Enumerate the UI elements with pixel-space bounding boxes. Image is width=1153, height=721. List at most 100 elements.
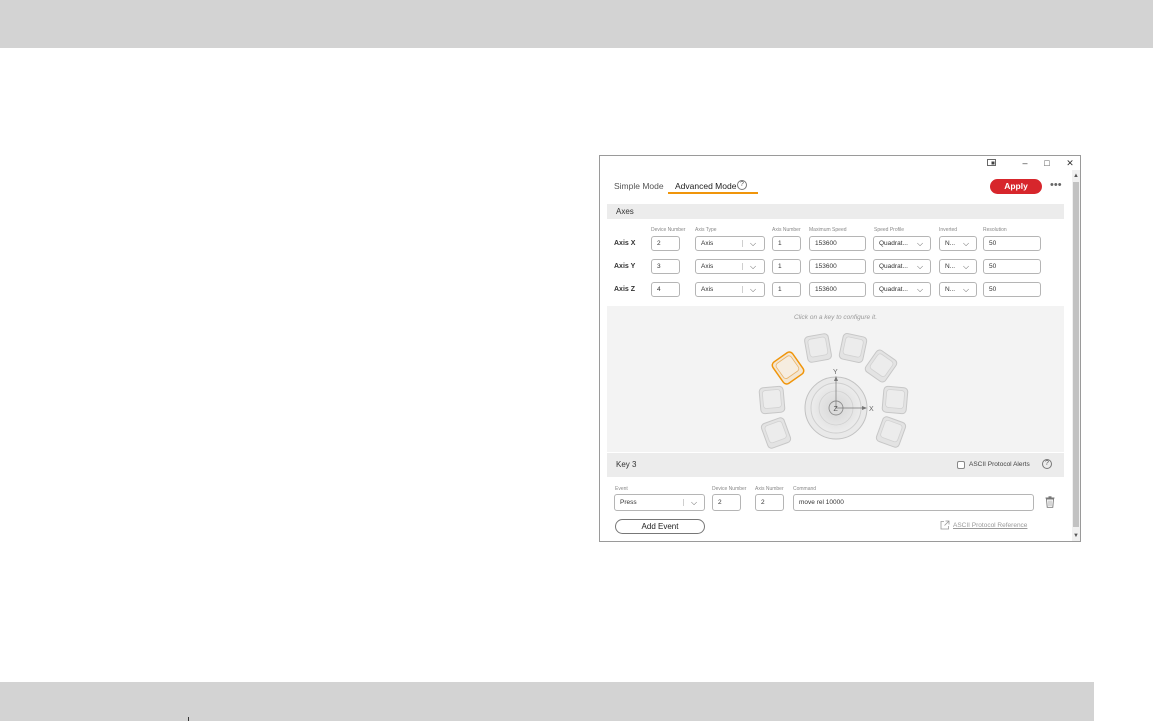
close-button[interactable]: ✕: [1060, 156, 1080, 170]
axis-y-label: Axis Y: [614, 263, 636, 270]
axes-section-header: Axes: [607, 204, 1064, 219]
maximize-button[interactable]: □: [1037, 156, 1057, 170]
axis-y-max-speed-field[interactable]: 153600: [809, 259, 866, 274]
active-tab-underline: [668, 192, 758, 194]
axis-x-label: Axis X: [614, 240, 636, 247]
chevron-down-icon: ⌵: [963, 262, 970, 271]
col-command: Command: [793, 486, 817, 492]
axis-x-type-value: Axis: [701, 240, 714, 247]
axis-y-profile-select[interactable]: Quadrat... ⌵: [873, 259, 931, 274]
col-event-axis: Axis Number: [755, 486, 784, 492]
bottom-band: [0, 682, 1094, 721]
col-event: Event: [615, 486, 628, 492]
snap-icon[interactable]: [987, 159, 996, 166]
app-window: – □ ✕ ▲ ▼ Simple Mode Advanced Mode ? Ap…: [599, 155, 1081, 542]
chevron-down-icon: ⌵: [917, 285, 924, 294]
axis-x-profile-select[interactable]: Quadrat... ⌵: [873, 236, 931, 251]
select-separator: [742, 286, 743, 293]
top-band: [0, 0, 1153, 48]
axis-y-type-select[interactable]: Axis ⌵: [695, 259, 765, 274]
axis-x-type-select[interactable]: Axis ⌵: [695, 236, 765, 251]
axis-z-profile-select[interactable]: Quadrat... ⌵: [873, 282, 931, 297]
chevron-down-icon: ⌵: [917, 262, 924, 271]
key-5[interactable]: [838, 333, 868, 363]
col-inverted: Inverted: [939, 227, 958, 233]
axis-y-resolution-field[interactable]: 50: [983, 259, 1041, 274]
col-speed-profile: Speed Profile: [874, 227, 905, 233]
axis-z-type-select[interactable]: Axis ⌵: [695, 282, 765, 297]
command-input[interactable]: move rel 10000: [793, 494, 1034, 511]
event-device-field[interactable]: 2: [712, 494, 741, 511]
chevron-down-icon: ⌵: [750, 262, 757, 271]
bottom-tick-mark: [188, 717, 189, 721]
event-axis-field[interactable]: 2: [755, 494, 784, 511]
scrollbar[interactable]: ▲ ▼: [1072, 170, 1080, 541]
scrollbar-thumb[interactable]: [1073, 182, 1079, 527]
keypad-diagram: Y X Z: [758, 333, 909, 450]
add-event-button[interactable]: Add Event: [615, 519, 705, 534]
axes-title: Axes: [616, 207, 634, 216]
event-value: Press: [620, 499, 637, 506]
help-icon[interactable]: ?: [1042, 459, 1052, 469]
ascii-protocol-reference-link[interactable]: ASCII Protocol Reference: [953, 522, 1027, 529]
key-2[interactable]: [758, 385, 786, 415]
ascii-alerts-label: ASCII Protocol Alerts: [969, 461, 1030, 468]
col-axis-number: Axis Number: [772, 227, 801, 233]
select-separator: [683, 499, 684, 506]
z-axis-label: Z: [834, 406, 839, 413]
axis-y-number-field[interactable]: 1: [772, 259, 801, 274]
chevron-down-icon: ⌵: [691, 498, 698, 507]
title-bar: – □ ✕: [600, 156, 1080, 170]
axis-z-number-field[interactable]: 1: [772, 282, 801, 297]
axis-y-inverted-select[interactable]: N... ⌵: [939, 259, 977, 274]
axis-x-inverted-select[interactable]: N... ⌵: [939, 236, 977, 251]
chevron-down-icon: ⌵: [750, 239, 757, 248]
axis-z-type-value: Axis: [701, 286, 714, 293]
axis-x-resolution-field[interactable]: 50: [983, 236, 1041, 251]
minimize-button[interactable]: –: [1015, 156, 1035, 170]
axis-y-type-value: Axis: [701, 263, 714, 270]
col-maximum-speed: Maximum Speed: [809, 227, 847, 233]
x-axis-label: X: [869, 406, 874, 413]
key-8[interactable]: [875, 416, 907, 449]
external-link-icon: [940, 520, 950, 530]
chevron-down-icon: ⌵: [917, 239, 924, 248]
more-options-icon[interactable]: •••: [1050, 179, 1062, 191]
keypad-panel: Click on a key to configure it. Y X Z: [607, 306, 1064, 452]
axis-x-inverted-value: N...: [945, 240, 956, 247]
axis-z-label: Axis Z: [614, 286, 636, 293]
help-icon[interactable]: ?: [737, 180, 747, 190]
axis-z-inverted-select[interactable]: N... ⌵: [939, 282, 977, 297]
event-select[interactable]: Press ⌵: [614, 494, 705, 511]
tab-advanced-mode[interactable]: Advanced Mode: [675, 181, 736, 191]
select-separator: [742, 263, 743, 270]
scroll-up-arrow-icon[interactable]: ▲: [1072, 172, 1080, 180]
key-1[interactable]: [760, 417, 792, 450]
y-axis-label: Y: [833, 369, 838, 376]
axis-z-inverted-value: N...: [945, 286, 956, 293]
axis-x-max-speed-field[interactable]: 153600: [809, 236, 866, 251]
tab-simple-mode[interactable]: Simple Mode: [614, 181, 664, 191]
axis-z-resolution-field[interactable]: 50: [983, 282, 1041, 297]
scroll-down-arrow-icon[interactable]: ▼: [1072, 532, 1080, 540]
key-4[interactable]: [804, 333, 832, 363]
chevron-down-icon: ⌵: [750, 285, 757, 294]
key-7[interactable]: [881, 385, 909, 415]
axis-z-max-speed-field[interactable]: 153600: [809, 282, 866, 297]
keypad-hint: Click on a key to configure it.: [793, 314, 878, 321]
axis-x-number-field[interactable]: 1: [772, 236, 801, 251]
trash-icon[interactable]: [1045, 496, 1055, 508]
key-3[interactable]: [771, 350, 806, 385]
key-6[interactable]: [864, 348, 899, 383]
axis-x-profile-value: Quadrat...: [879, 240, 908, 247]
col-axis-type: Axis Type: [695, 227, 717, 233]
ascii-alerts-checkbox[interactable]: [957, 461, 965, 469]
chevron-down-icon: ⌵: [963, 285, 970, 294]
col-device-number: Device Number: [651, 227, 686, 233]
chevron-down-icon: ⌵: [963, 239, 970, 248]
select-separator: [742, 240, 743, 247]
apply-button[interactable]: Apply: [990, 179, 1042, 194]
axis-y-device-field[interactable]: 3: [651, 259, 680, 274]
axis-z-device-field[interactable]: 4: [651, 282, 680, 297]
axis-x-device-field[interactable]: 2: [651, 236, 680, 251]
